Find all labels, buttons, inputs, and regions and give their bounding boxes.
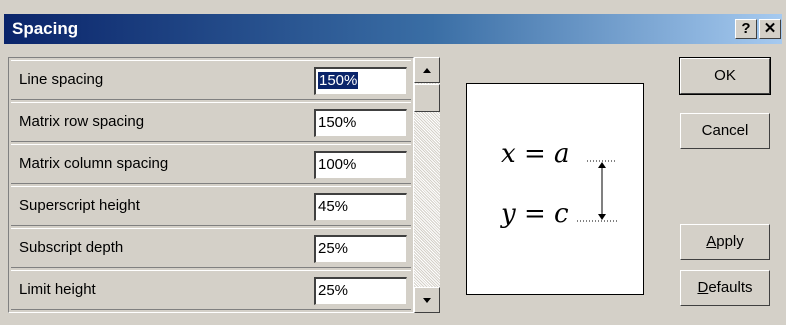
subscript-depth-input[interactable]: 25% bbox=[314, 235, 407, 263]
vertical-scrollbar[interactable] bbox=[414, 57, 440, 313]
cancel-button[interactable]: Cancel bbox=[680, 113, 770, 149]
row-line-spacing: Line spacing 150% bbox=[11, 60, 411, 100]
row-matrix-column-spacing: Matrix column spacing 100% bbox=[11, 144, 411, 184]
close-button[interactable]: ✕ bbox=[759, 19, 781, 39]
line-spacing-input[interactable]: 150% bbox=[314, 67, 407, 95]
defaults-button[interactable]: Defaults bbox=[680, 270, 770, 306]
row-subscript-depth: Subscript depth 25% bbox=[11, 228, 411, 268]
spacing-list: Line spacing 150% Matrix row spacing 150… bbox=[8, 57, 414, 313]
apply-label-rest: pply bbox=[716, 233, 744, 250]
ok-button[interactable]: OK bbox=[679, 57, 771, 95]
row-label: Line spacing bbox=[19, 71, 104, 88]
row-label: Limit height bbox=[19, 281, 96, 298]
spacing-dialog: Spacing ? ✕ Line spacing 150% Matrix row… bbox=[0, 0, 786, 325]
row-label: Superscript height bbox=[19, 197, 140, 214]
scroll-up-button[interactable] bbox=[414, 57, 440, 83]
matrix-column-spacing-input[interactable]: 100% bbox=[314, 151, 407, 179]
input-value: 150% bbox=[318, 72, 359, 89]
row-label: Matrix row spacing bbox=[19, 113, 145, 130]
apply-mnemonic: A bbox=[706, 233, 717, 250]
arrow-down-icon bbox=[423, 298, 431, 303]
row-limit-height: Limit height 25% bbox=[11, 270, 411, 310]
defaults-mnemonic: D bbox=[697, 279, 709, 296]
row-label: Matrix column spacing bbox=[19, 155, 169, 172]
scroll-down-button[interactable] bbox=[414, 287, 440, 313]
matrix-row-spacing-input[interactable]: 150% bbox=[314, 109, 407, 137]
arrow-up-icon bbox=[423, 68, 431, 73]
superscript-height-input[interactable]: 45% bbox=[314, 193, 407, 221]
row-label: Subscript depth bbox=[19, 239, 124, 256]
apply-button[interactable]: Apply bbox=[680, 224, 770, 260]
defaults-label-rest: efaults bbox=[708, 279, 753, 296]
row-superscript-height: Superscript height 45% bbox=[11, 186, 411, 226]
spacing-indicator-icon bbox=[577, 160, 617, 222]
limit-height-input[interactable]: 25% bbox=[314, 277, 407, 305]
preview-pane: x = a y = c bbox=[466, 83, 644, 295]
title-bar[interactable]: Spacing ? ✕ bbox=[4, 14, 782, 44]
help-button[interactable]: ? bbox=[735, 19, 757, 39]
row-matrix-row-spacing: Matrix row spacing 150% bbox=[11, 102, 411, 142]
scroll-thumb[interactable] bbox=[414, 84, 440, 112]
dialog-title: Spacing bbox=[12, 19, 79, 38]
